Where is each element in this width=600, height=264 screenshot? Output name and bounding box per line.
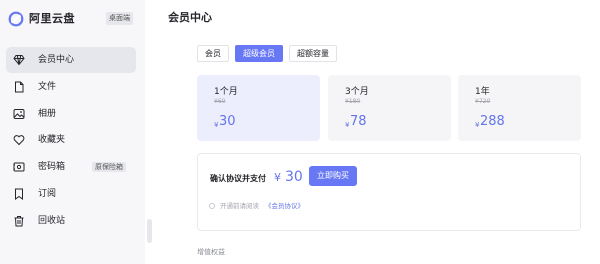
plan-currency: ¥ — [214, 121, 219, 129]
plan-duration: 3个月 — [345, 87, 369, 97]
plan-duration: 1个月 — [214, 87, 238, 97]
buy-now-button[interactable]: 立即购买 — [309, 166, 357, 186]
agreement-text: 开通前请阅读 — [220, 202, 259, 210]
agreement-checkbox[interactable] — [209, 203, 215, 209]
plan-price: 30 — [219, 114, 236, 129]
sidebar-item-password-box[interactable]: 密码箱 原保险箱 — [6, 154, 136, 180]
sidebar-item-label: 回收站 — [38, 215, 66, 226]
trash-icon — [14, 215, 24, 227]
confirm-price: 30 — [285, 169, 303, 185]
sidebar-item-label: 会员中心 — [38, 55, 75, 65]
bookmark-icon — [15, 188, 23, 200]
sidebar-scrollbar[interactable] — [147, 219, 152, 243]
sidebar: 阿里云盘 桌面端 会员中心 文件 相册 收藏夹 密码箱 原保险箱 订阅 回收站 — [0, 0, 145, 264]
safe-icon — [13, 162, 25, 172]
confirm-label: 确认协议并支付 — [210, 174, 266, 183]
plan-duration: 1年 — [475, 87, 490, 97]
sidebar-item-label: 相册 — [38, 108, 57, 119]
heart-icon — [13, 135, 25, 146]
sidebar-item-label: 收藏夹 — [38, 135, 66, 146]
tab-member[interactable]: 会员 — [197, 45, 229, 62]
password-box-badge: 原保险箱 — [92, 162, 126, 173]
plan-original-price: ¥180 — [345, 98, 361, 105]
plan-price: 78 — [350, 114, 367, 129]
sidebar-item-files[interactable]: 文件 — [6, 74, 136, 100]
page-title: 会员中心 — [168, 11, 212, 24]
sidebar-item-label: 文件 — [38, 81, 57, 92]
platform-badge: 桌面端 — [106, 12, 133, 25]
aliyun-drive-logo-icon — [8, 11, 24, 27]
tab-super-member[interactable]: 超级会员 — [235, 45, 283, 62]
member-agreement-link[interactable]: 《会员协议》 — [265, 201, 304, 211]
app-name: 阿里云盘 — [29, 12, 75, 25]
file-icon — [15, 81, 24, 93]
sidebar-item-subscriptions[interactable]: 订阅 — [6, 181, 136, 207]
sidebar-item-member-center[interactable]: 会员中心 — [6, 47, 136, 73]
plan-card-1-year[interactable]: 1年 ¥720 ¥ 288 — [458, 75, 581, 141]
sidebar-item-recycle-bin[interactable]: 回收站 — [6, 208, 136, 234]
plan-original-price: ¥720 — [475, 98, 491, 105]
confirm-currency: ¥ — [274, 171, 281, 184]
plan-options: 1个月 ¥60 ¥ 30 3个月 ¥180 ¥ 78 1年 ¥720 ¥ 288 — [197, 75, 581, 141]
diamond-icon — [13, 55, 25, 66]
plan-original-price: ¥60 — [214, 98, 226, 105]
tab-extra-capacity[interactable]: 超额容量 — [289, 45, 337, 62]
sidebar-item-favorites[interactable]: 收藏夹 — [6, 127, 136, 153]
sidebar-nav: 会员中心 文件 相册 收藏夹 密码箱 原保险箱 订阅 回收站 — [6, 47, 136, 235]
sidebar-item-photos[interactable]: 相册 — [6, 101, 136, 127]
plan-card-3-months[interactable]: 3个月 ¥180 ¥ 78 — [328, 75, 451, 141]
plan-currency: ¥ — [345, 121, 350, 129]
payment-confirm-card: 确认协议并支付 ¥ 30 立即购买 开通前请阅读 《会员协议》 — [197, 153, 581, 231]
plan-card-1-month[interactable]: 1个月 ¥60 ¥ 30 — [197, 75, 320, 141]
benefits-section-label: 增值权益 — [197, 248, 225, 256]
photo-icon — [13, 108, 25, 119]
membership-tabs: 会员 超级会员 超额容量 — [197, 45, 343, 62]
sidebar-item-label: 订阅 — [38, 188, 57, 199]
plan-currency: ¥ — [475, 121, 480, 129]
plan-price: 288 — [480, 114, 505, 129]
sidebar-item-label: 密码箱 — [38, 162, 66, 173]
